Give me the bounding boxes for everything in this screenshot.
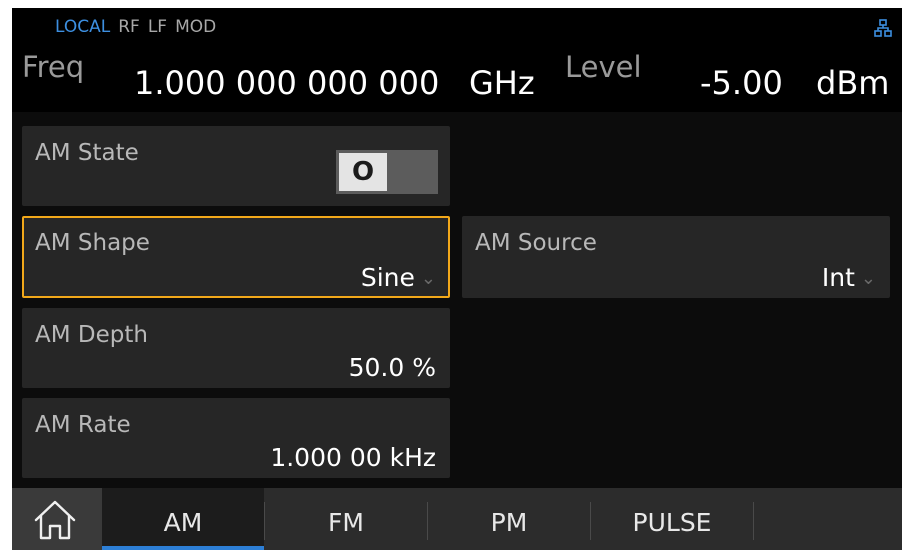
am-state-toggle-knob: O [339, 153, 387, 191]
home-button[interactable] [12, 488, 102, 550]
instrument-screen: LOCAL RF LF MOD Freq 1.000 000 000 000 GHz … [12, 8, 902, 550]
am-depth-value: 50.0 % [348, 353, 436, 382]
am-shape-card[interactable]: AM Shape Sine ⌄ [22, 216, 450, 298]
am-rate-value: 1.000 00 kHz [270, 443, 436, 472]
am-source-card[interactable]: AM Source Int ⌄ [462, 216, 890, 298]
am-source-value-text: Int [821, 263, 855, 292]
status-flag-lf: LF [147, 17, 168, 37]
level-value[interactable]: -5.00 [700, 64, 783, 102]
tab-am[interactable]: AM [102, 488, 264, 550]
status-flags: LOCAL RF LF MOD [55, 17, 224, 37]
network-icon [874, 19, 892, 37]
am-shape-value-text: Sine [360, 263, 415, 292]
am-shape-value: Sine ⌄ [361, 263, 436, 292]
tab-divider [753, 502, 754, 540]
am-rate-label: AM Rate [35, 412, 131, 438]
am-depth-card[interactable]: AM Depth 50.0 % [22, 308, 450, 388]
chevron-down-icon: ⌄ [420, 268, 436, 289]
chevron-down-icon: ⌄ [860, 268, 876, 289]
level-unit: dBm [816, 64, 890, 102]
status-flag-rf: RF [118, 17, 140, 37]
am-state-card[interactable]: AM State O [22, 126, 450, 206]
status-flag-mod: MOD [175, 17, 217, 37]
level-label: Level [565, 50, 642, 84]
freq-unit: GHz [469, 64, 535, 102]
am-shape-label: AM Shape [35, 230, 150, 256]
tab-pm-label: PM [490, 508, 528, 537]
tab-pm[interactable]: PM [428, 488, 590, 550]
home-icon [34, 500, 76, 540]
tab-am-label: AM [163, 508, 203, 537]
status-bar: LOCAL RF LF MOD Freq 1.000 000 000 000 GHz … [12, 8, 902, 112]
am-depth-label: AM Depth [35, 322, 148, 348]
tab-fm[interactable]: FM [265, 488, 427, 550]
tab-bar: AM FM PM PULSE [12, 488, 902, 550]
tab-pulse[interactable]: PULSE [591, 488, 753, 550]
am-source-value: Int ⌄ [822, 263, 876, 292]
tab-pulse-label: PULSE [632, 508, 712, 537]
status-flag-local: LOCAL [55, 17, 111, 37]
am-state-label: AM State [35, 140, 139, 166]
modulation-panel: AM State O AM Shape Sine ⌄ AM Source Int ⌄… [12, 112, 902, 488]
tab-fm-label: FM [328, 508, 364, 537]
am-state-toggle[interactable]: O [336, 150, 438, 194]
tab-active-indicator [102, 546, 264, 550]
freq-label: Freq [22, 50, 85, 84]
freq-value[interactable]: 1.000 000 000 000 [134, 64, 439, 102]
am-source-label: AM Source [475, 230, 597, 256]
am-rate-card[interactable]: AM Rate 1.000 00 kHz [22, 398, 450, 478]
